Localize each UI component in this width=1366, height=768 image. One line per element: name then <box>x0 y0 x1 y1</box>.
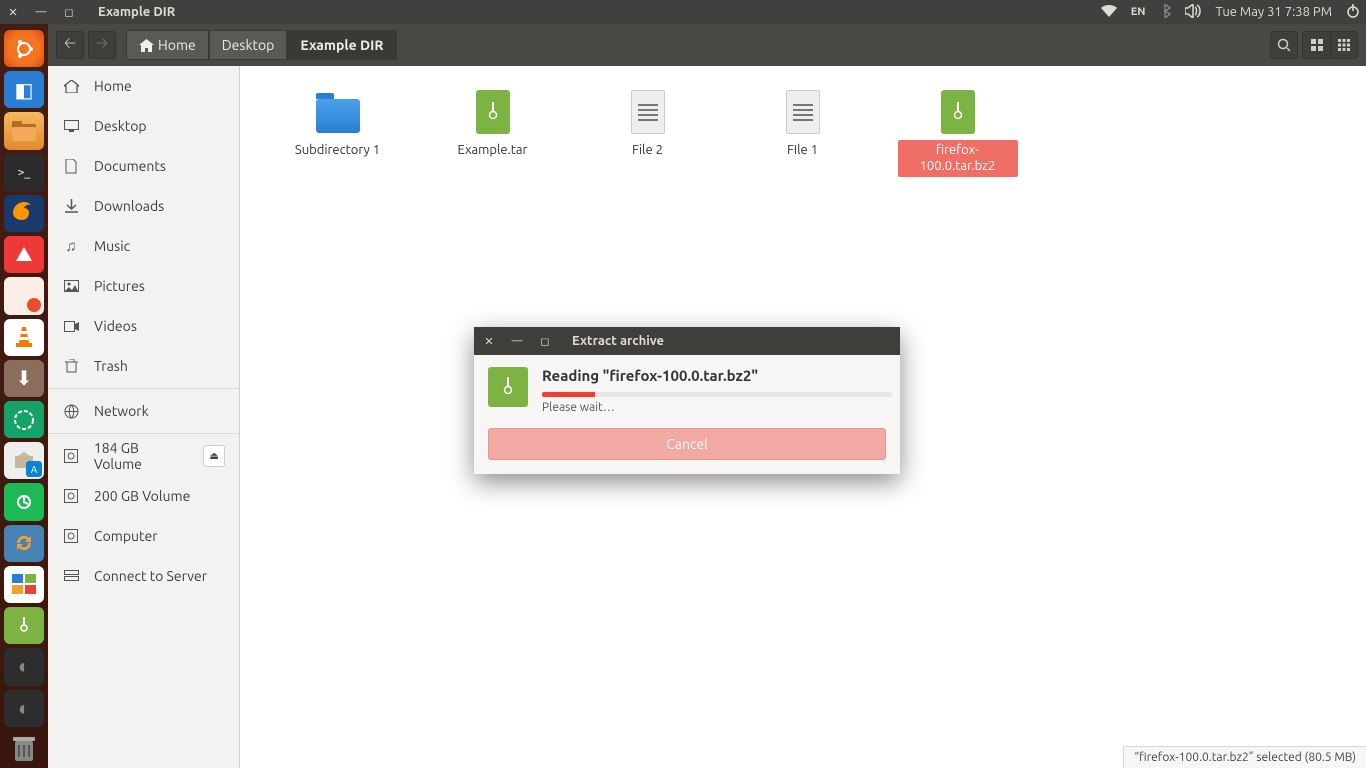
breadcrumb-current[interactable]: Example DIR <box>287 30 396 60</box>
language-indicator[interactable]: EN <box>1131 6 1146 18</box>
file-item-archive[interactable]: Example.tar <box>415 84 570 181</box>
sidebar-item-downloads[interactable]: Downloads <box>48 186 239 226</box>
dialog-wait-text: Please wait… <box>542 401 892 414</box>
dialog-title: Extract archive <box>572 334 664 348</box>
nav-forward-button[interactable]: 🡢 <box>88 31 116 59</box>
sidebar-item-videos[interactable]: Videos <box>48 306 239 346</box>
file-item-archive-selected[interactable]: firefox-100.0.tar.bz2 <box>880 84 1035 181</box>
sidebar-item-desktop[interactable]: Desktop <box>48 106 239 146</box>
sidebar-item-music[interactable]: ♫Music <box>48 226 239 266</box>
launcher-archive[interactable] <box>4 607 44 644</box>
launcher-spotify[interactable] <box>4 483 44 520</box>
file-item-text[interactable]: FIle 1 <box>725 84 880 181</box>
launcher-sync[interactable] <box>4 525 44 562</box>
sidebar-item-documents[interactable]: Documents <box>48 146 239 186</box>
file-item-text[interactable]: File 2 <box>570 84 725 181</box>
cancel-button[interactable]: Cancel <box>488 428 886 460</box>
launcher-dash[interactable] <box>4 30 44 67</box>
sidebar-item-network[interactable]: Network <box>48 391 239 431</box>
window-minimize-button[interactable]: ― <box>34 6 48 18</box>
launcher-app-1[interactable]: ◧ <box>4 71 44 108</box>
archive-icon <box>488 367 528 407</box>
disk-icon <box>62 529 80 543</box>
desktop-icon <box>62 120 80 132</box>
disk-icon <box>62 489 80 503</box>
network-icon <box>62 404 80 419</box>
pictures-icon <box>62 280 80 292</box>
launcher-notes[interactable] <box>4 277 44 314</box>
unity-launcher: ◧ >_ ⬇ ◐ ◐ <box>0 24 48 768</box>
launcher-vlc[interactable] <box>4 319 44 356</box>
sidebar-item-connect-server[interactable]: Connect to Server <box>48 556 239 596</box>
extract-dialog: ✕ ― ◻ Extract archive Reading "firefox-1… <box>474 327 900 474</box>
breadcrumb: Home Desktop Example DIR <box>126 30 397 60</box>
sidebar-item-home[interactable]: Home <box>48 66 239 106</box>
launcher-app-dark1[interactable]: ◐ <box>4 648 44 685</box>
videos-icon <box>62 321 80 332</box>
window-close-button[interactable]: ✕ <box>6 6 20 19</box>
breadcrumb-desktop[interactable]: Desktop <box>209 30 288 60</box>
view-grid-button[interactable] <box>1330 31 1358 59</box>
folder-icon <box>314 88 362 136</box>
dialog-close-button[interactable]: ✕ <box>482 335 496 348</box>
download-icon <box>62 199 80 213</box>
sidebar-item-computer[interactable]: Computer <box>48 516 239 556</box>
status-text: “firefox-100.0.tar.bz2” selected (80.5 M… <box>1134 751 1356 764</box>
wifi-icon[interactable] <box>1101 5 1117 20</box>
sidebar-item-volume-184[interactable]: 184 GB Volume⏏ <box>48 436 239 476</box>
launcher-software[interactable] <box>4 442 44 479</box>
dialog-maximize-button[interactable]: ◻ <box>538 335 552 348</box>
server-icon <box>62 570 80 583</box>
archive-icon <box>934 88 982 136</box>
system-menubar: ✕ ― ◻ Example DIR EN Tue May 31 7:38 PM <box>0 0 1366 24</box>
sidebar-item-trash[interactable]: Trash <box>48 346 239 386</box>
disk-icon <box>62 449 80 463</box>
launcher-terminal[interactable]: >_ <box>4 154 44 191</box>
sidebar-separator <box>48 388 239 389</box>
file-manager-toolbar: 🡠 🡢 Home Desktop Example DIR <box>48 24 1366 66</box>
view-list-button[interactable] <box>1302 31 1330 59</box>
bluetooth-icon[interactable] <box>1159 4 1171 21</box>
text-icon <box>779 88 827 136</box>
dialog-titlebar[interactable]: ✕ ― ◻ Extract archive <box>474 327 900 355</box>
clock[interactable]: Tue May 31 7:38 PM <box>1215 5 1332 19</box>
file-item-folder[interactable]: Subdirectory 1 <box>260 84 415 181</box>
launcher-downloads[interactable]: ⬇ <box>4 360 44 397</box>
status-bar: “firefox-100.0.tar.bz2” selected (80.5 M… <box>1123 746 1366 768</box>
launcher-files[interactable] <box>4 112 44 149</box>
launcher-app-dark2[interactable]: ◐ <box>4 690 44 727</box>
launcher-firefox[interactable] <box>4 195 44 232</box>
doc-icon <box>62 159 80 174</box>
power-icon[interactable] <box>1346 4 1360 21</box>
nav-back-button[interactable]: 🡠 <box>56 31 84 59</box>
sidebar-separator <box>48 433 239 434</box>
window-maximize-button[interactable]: ◻ <box>62 6 76 19</box>
dialog-heading: Reading "firefox-100.0.tar.bz2" <box>542 367 892 384</box>
window-title: Example DIR <box>98 5 175 19</box>
dialog-minimize-button[interactable]: ― <box>510 335 524 347</box>
places-sidebar: Home Desktop Documents Downloads ♫Music … <box>48 66 240 768</box>
volume-icon[interactable] <box>1185 4 1201 21</box>
search-button[interactable] <box>1270 31 1298 59</box>
home-icon <box>62 80 80 93</box>
archive-icon <box>469 88 517 136</box>
sidebar-item-volume-200[interactable]: 200 GB Volume <box>48 476 239 516</box>
text-icon <box>624 88 672 136</box>
launcher-camera[interactable] <box>4 401 44 438</box>
sidebar-item-pictures[interactable]: Pictures <box>48 266 239 306</box>
breadcrumb-home[interactable]: Home <box>126 30 209 60</box>
launcher-vivaldi[interactable] <box>4 236 44 273</box>
trash-icon <box>62 359 80 373</box>
launcher-snap[interactable] <box>4 566 44 603</box>
progress-bar <box>542 392 892 397</box>
music-icon: ♫ <box>62 237 80 255</box>
eject-button[interactable]: ⏏ <box>203 445 225 467</box>
launcher-trash[interactable] <box>4 731 44 768</box>
